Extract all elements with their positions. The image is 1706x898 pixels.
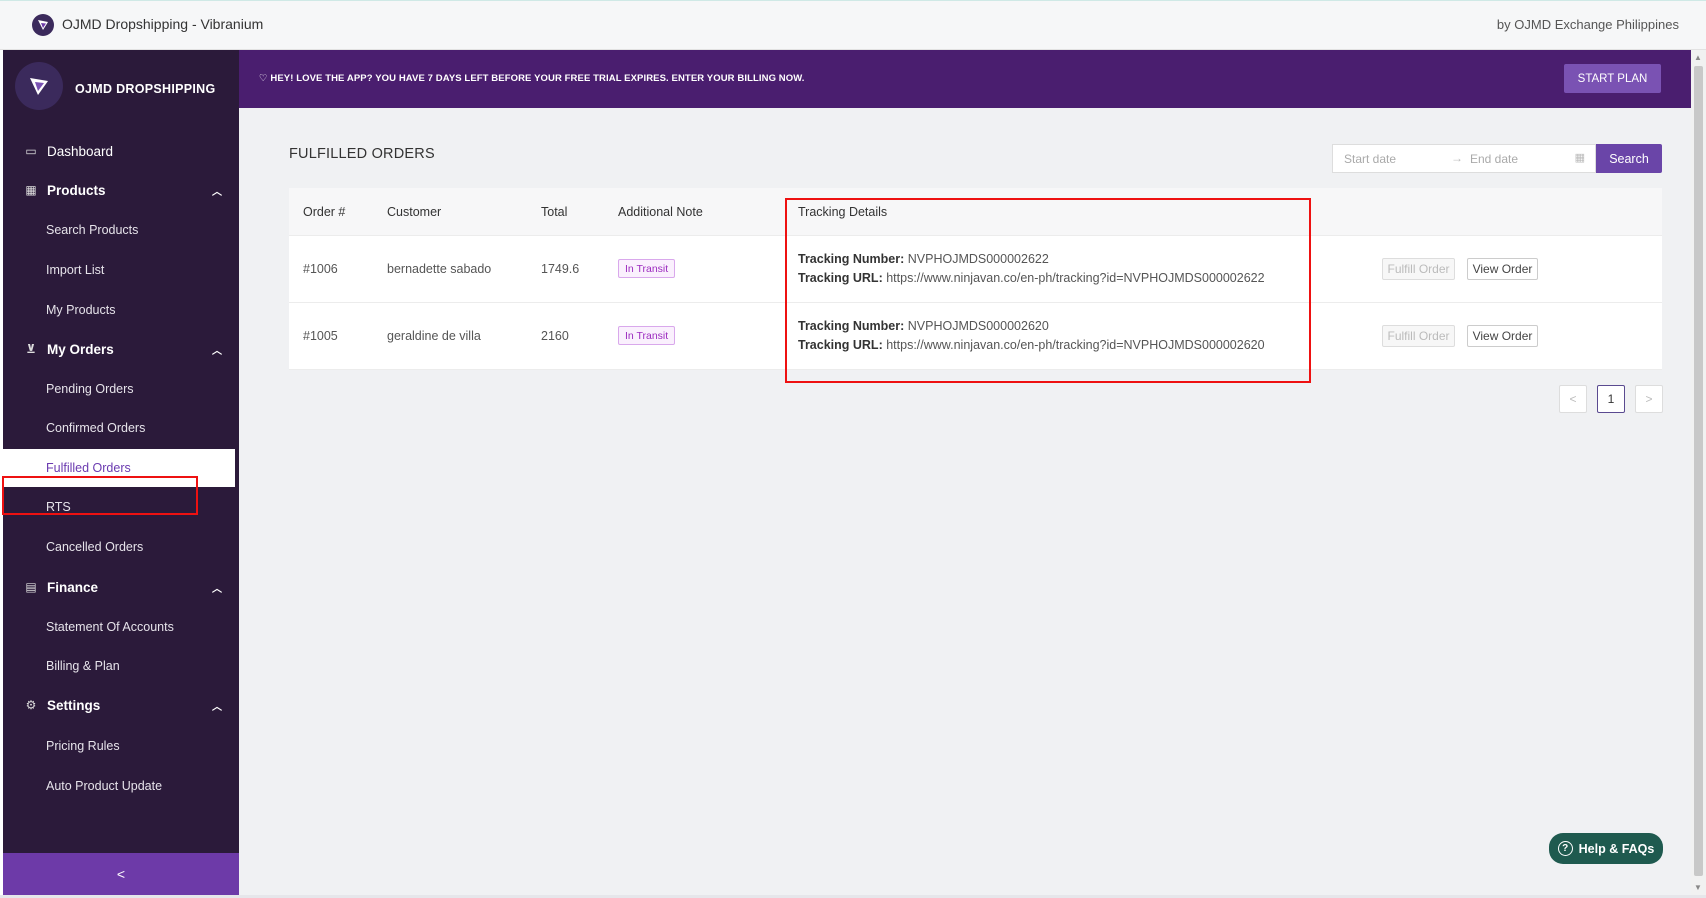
tracking-details: Tracking Number: NVPHOJMDS000002622 Trac… <box>798 250 1265 288</box>
column-header-tracking: Tracking Details <box>798 205 888 219</box>
status-badge: In Transit <box>618 259 676 278</box>
sidebar-section-settings[interactable]: ⚙ Settings ︿ <box>3 686 239 724</box>
sidebar-item-import-list[interactable]: Import List <box>3 251 239 289</box>
end-date-input[interactable]: End date <box>1470 152 1518 166</box>
trial-banner: ♡ HEY! LOVE THE APP? YOU HAVE 7 DAYS LEF… <box>239 50 1691 108</box>
gear-icon: ⚙ <box>25 698 37 712</box>
sidebar-item-label: Finance <box>47 579 99 595</box>
pagination-next-button[interactable]: > <box>1635 385 1663 413</box>
tracking-details: Tracking Number: NVPHOJMDS000002620 Trac… <box>798 317 1265 355</box>
sidebar-collapse-button[interactable]: < <box>3 853 239 895</box>
table-row: #1005 geraldine de villa 2160 In Transit… <box>289 303 1662 370</box>
order-total: 2160 <box>541 329 569 343</box>
sidebar-item-pricing-rules[interactable]: Pricing Rules <box>3 727 239 765</box>
tracking-number: NVPHOJMDS000002622 <box>904 252 1049 266</box>
app-logo-icon <box>32 14 54 36</box>
app-vendor: by OJMD Exchange Philippines <box>1496 17 1679 32</box>
pagination-page-1[interactable]: 1 <box>1597 385 1625 413</box>
tracking-number-label: Tracking Number: <box>798 319 905 333</box>
sidebar-item-label: Products <box>47 182 106 198</box>
view-order-button[interactable]: View Order <box>1467 258 1538 280</box>
search-button[interactable]: Search <box>1596 144 1662 173</box>
chevron-up-icon: ︿ <box>212 187 222 198</box>
tracking-number: NVPHOJMDS000002620 <box>904 319 1049 333</box>
sidebar-item-search-products[interactable]: Search Products <box>3 211 239 249</box>
sidebar-item-my-products[interactable]: My Products <box>3 291 239 329</box>
chevron-up-icon: ︿ <box>212 346 222 357</box>
vertical-scrollbar[interactable]: ▲ ▼ <box>1691 50 1706 895</box>
sidebar-item-rts[interactable]: RTS <box>3 488 239 526</box>
sidebar-item-label: Dashboard <box>47 143 114 159</box>
chevron-left-icon: < <box>116 866 126 882</box>
scroll-up-icon[interactable]: ▲ <box>1694 53 1702 62</box>
order-number: #1006 <box>303 262 338 276</box>
cart-icon: ⊻ <box>26 342 36 356</box>
tracking-url[interactable]: https://www.ninjavan.co/en-ph/tracking?i… <box>883 271 1264 285</box>
page-title: FULFILLED ORDERS <box>289 146 435 162</box>
calendar-icon: ▦ <box>1574 152 1585 164</box>
table-row: #1006 bernadette sabado 1749.6 In Transi… <box>289 236 1662 303</box>
tracking-url-label: Tracking URL: <box>798 271 883 285</box>
question-icon: ? <box>1557 841 1573 856</box>
brand-name: OJMD DROPSHIPPING <box>75 82 216 96</box>
order-total: 1749.6 <box>541 262 580 276</box>
sidebar-item-fulfilled-orders[interactable]: Fulfilled Orders <box>3 449 235 487</box>
sidebar-item-statement-of-accounts[interactable]: Statement Of Accounts <box>3 608 239 646</box>
column-header-note: Additional Note <box>618 205 703 219</box>
main-content: FULFILLED ORDERS Start date → End date ▦… <box>239 108 1691 895</box>
arrow-right-icon: → <box>1451 151 1463 165</box>
tracking-number-label: Tracking Number: <box>798 252 905 266</box>
scrollbar-thumb[interactable] <box>1694 66 1703 876</box>
sidebar-item-label: Settings <box>47 697 101 713</box>
orders-table: Order # Customer Total Additional Note T… <box>289 188 1662 370</box>
status-badge: In Transit <box>618 326 676 345</box>
sidebar-item-auto-product-update[interactable]: Auto Product Update <box>3 767 239 805</box>
date-range-picker[interactable]: Start date → End date ▦ <box>1332 144 1596 173</box>
grid-icon: ▦ <box>25 183 37 197</box>
monitor-icon: ▭ <box>25 144 37 158</box>
app-bar: OJMD Dropshipping - Vibranium by OJMD Ex… <box>0 0 1706 50</box>
customer-name: geraldine de villa <box>387 329 481 343</box>
fulfill-order-button[interactable]: Fulfill Order <box>1382 325 1455 347</box>
column-header-order: Order # <box>303 205 346 219</box>
trial-banner-message: ♡ HEY! LOVE THE APP? YOU HAVE 7 DAYS LEF… <box>259 73 805 84</box>
column-header-customer: Customer <box>387 205 442 219</box>
chevron-up-icon: ︿ <box>212 584 222 595</box>
sidebar-item-label: My Orders <box>47 341 114 357</box>
view-order-button[interactable]: View Order <box>1467 325 1538 347</box>
sidebar-item-cancelled-orders[interactable]: Cancelled Orders <box>3 528 239 566</box>
sidebar-brand[interactable]: OJMD DROPSHIPPING <box>3 50 239 128</box>
customer-name: bernadette sabado <box>387 262 492 276</box>
wallet-icon: ▤ <box>25 580 37 594</box>
fulfill-order-button[interactable]: Fulfill Order <box>1382 258 1455 280</box>
tracking-url-label: Tracking URL: <box>798 338 883 352</box>
table-header: Order # Customer Total Additional Note T… <box>289 188 1662 236</box>
sidebar-section-products[interactable]: ▦ Products ︿ <box>3 171 239 209</box>
sidebar-item-confirmed-orders[interactable]: Confirmed Orders <box>3 409 239 447</box>
sidebar-item-dashboard[interactable]: ▭ Dashboard <box>3 132 239 170</box>
sidebar-section-finance[interactable]: ▤ Finance ︿ <box>3 568 239 606</box>
sidebar-item-billing-plan[interactable]: Billing & Plan <box>3 647 239 685</box>
pagination-prev-button[interactable]: < <box>1559 385 1587 413</box>
column-header-total: Total <box>541 205 568 219</box>
start-date-input[interactable]: Start date <box>1344 152 1396 166</box>
help-faqs-button[interactable]: ? Help & FAQs <box>1549 833 1663 864</box>
scroll-down-icon[interactable]: ▼ <box>1694 883 1702 892</box>
brand-logo-icon <box>15 62 63 110</box>
app-title: OJMD Dropshipping - Vibranium <box>62 16 264 32</box>
order-number: #1005 <box>303 329 338 343</box>
sidebar-item-pending-orders[interactable]: Pending Orders <box>3 370 239 408</box>
help-faqs-label: Help & FAQs <box>1578 841 1655 856</box>
tracking-url[interactable]: https://www.ninjavan.co/en-ph/tracking?i… <box>883 338 1264 352</box>
sidebar: OJMD DROPSHIPPING ▭ Dashboard ▦ Products… <box>3 50 239 895</box>
chevron-up-icon: ︿ <box>212 702 222 713</box>
sidebar-section-my-orders[interactable]: ⊻ My Orders ︿ <box>3 330 239 368</box>
start-plan-button[interactable]: START PLAN <box>1564 64 1661 93</box>
